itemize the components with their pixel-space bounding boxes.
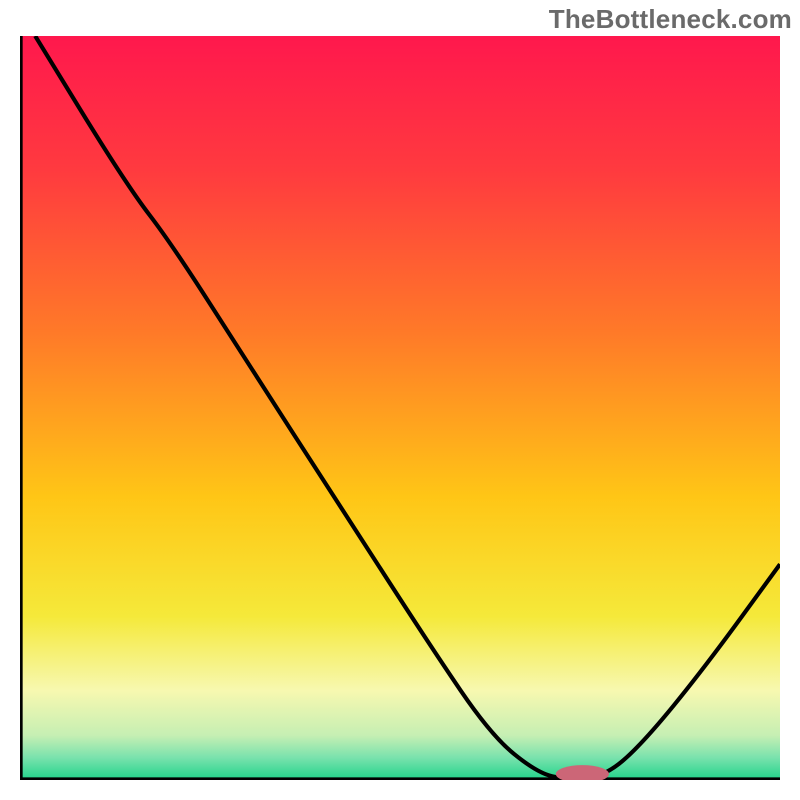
chart-background <box>20 36 780 780</box>
watermark-text: TheBottleneck.com <box>549 4 792 35</box>
chart-container: TheBottleneck.com <box>0 0 800 800</box>
bottleneck-chart <box>20 36 780 780</box>
